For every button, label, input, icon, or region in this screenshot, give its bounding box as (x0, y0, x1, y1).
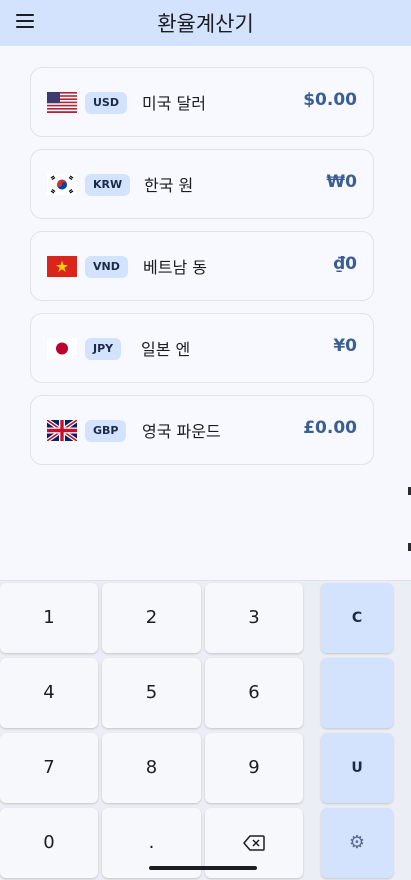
key-5[interactable]: 5 (102, 658, 201, 728)
currency-card-gbp[interactable]: GBP 영국 파운드 £0.00 (30, 395, 374, 465)
currency-code-badge: GBP (85, 420, 127, 442)
kr-flag-icon (47, 174, 77, 195)
currency-card-usd[interactable]: USD 미국 달러 $0.00 (30, 67, 374, 137)
vn-flag-icon (47, 256, 77, 277)
clear-button[interactable]: C (321, 583, 393, 653)
currency-name: 베트남 동 (143, 258, 207, 277)
currency-card-jpy[interactable]: JPY 일본 엔 ¥0 (30, 313, 374, 383)
currency-amount: £0.00 (303, 418, 357, 438)
app-title: 환율계산기 (157, 12, 254, 36)
currency-card-vnd[interactable]: VND 베트남 동 ₫0 (30, 231, 374, 301)
key-1[interactable]: 1 (0, 583, 98, 653)
currency-code-badge: USD (85, 92, 127, 114)
key-0[interactable]: 0 (0, 808, 98, 878)
key-7[interactable]: 7 (0, 733, 98, 803)
blank-function-button[interactable] (321, 658, 393, 728)
key-4[interactable]: 4 (0, 658, 98, 728)
currency-amount: $0.00 (303, 90, 357, 110)
app-bar: 환율계산기 (0, 0, 411, 46)
currency-code-badge: KRW (85, 174, 131, 196)
currency-amount: ¥0 (333, 336, 357, 356)
currency-name: 한국 원 (144, 176, 194, 195)
key-6[interactable]: 6 (205, 658, 303, 728)
gear-icon: ⚙ (348, 832, 366, 853)
currency-code-badge: VND (85, 256, 128, 278)
settings-button[interactable]: ⚙ (321, 808, 393, 878)
currency-name: 미국 달러 (142, 94, 206, 113)
key-8[interactable]: 8 (102, 733, 201, 803)
currency-code-badge: JPY (85, 338, 122, 360)
jp-flag-icon (47, 338, 77, 359)
us-flag-icon (47, 92, 77, 113)
key-9[interactable]: 9 (205, 733, 303, 803)
gesture-handle (149, 866, 257, 870)
currency-name: 영국 파운드 (142, 422, 221, 441)
key-3[interactable]: 3 (205, 583, 303, 653)
currency-amount: ₫0 (333, 254, 357, 274)
gb-flag-icon (47, 420, 77, 441)
key-2[interactable]: 2 (102, 583, 201, 653)
backspace-icon (243, 835, 265, 851)
currency-card-krw[interactable]: KRW 한국 원 ₩0 (30, 149, 374, 219)
currency-name: 일본 엔 (141, 340, 191, 359)
update-button[interactable]: U (321, 733, 393, 803)
currency-amount: ₩0 (326, 172, 357, 192)
